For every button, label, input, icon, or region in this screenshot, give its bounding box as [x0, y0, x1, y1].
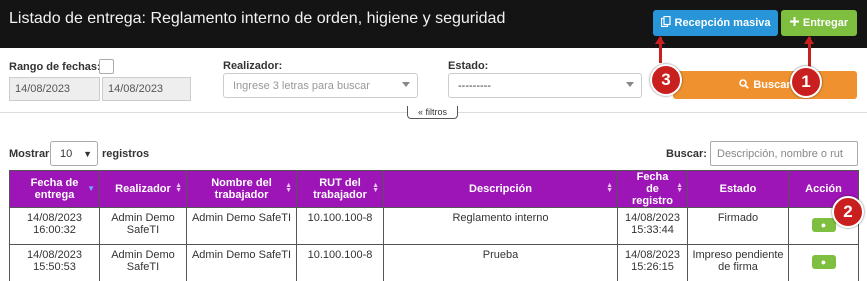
entregar-label: Entregar: [802, 17, 849, 29]
estado-select[interactable]: ---------: [448, 73, 642, 98]
buscar-button[interactable]: Buscar: [673, 71, 857, 99]
cell-rut: 10.100.100-8: [296, 244, 384, 281]
chevron-down-icon: ▼: [83, 149, 92, 159]
column-header-rut[interactable]: RUT del trabajador ▲ ▼: [296, 170, 384, 208]
cell-estado: Impreso pendiente de firma: [687, 244, 789, 281]
date-from-input[interactable]: 14/08/2023: [9, 77, 100, 101]
recepcion-masiva-button[interactable]: Recepción masiva: [653, 10, 778, 36]
annotation-marker-2: 2: [832, 196, 864, 228]
mostrar-label: Mostrar: [9, 148, 50, 160]
column-header-estado: Estado: [687, 170, 789, 208]
annotation-marker-1: 1: [790, 66, 822, 98]
column-header-descripcion[interactable]: Descripción ▲ ▼: [383, 170, 618, 208]
search-icon: [739, 78, 750, 92]
cell-descripcion: Prueba: [383, 244, 618, 281]
page-length-value: 10: [60, 147, 73, 160]
filtros-label: filtros: [425, 107, 448, 117]
realizador-placeholder: Ingrese 3 letras para buscar: [233, 79, 370, 92]
recepcion-masiva-label: Recepción masiva: [674, 17, 771, 29]
copy-icon: [660, 15, 671, 30]
cell-fecha-entrega: 14/08/2023 16:00:32: [9, 207, 100, 245]
page-title: Listado de entrega: Reglamento interno d…: [9, 10, 506, 27]
column-header-fecha-entrega[interactable]: Fecha de entrega ▼: [9, 170, 100, 208]
chevron-down-icon: [402, 82, 410, 87]
cell-fecha-entrega: 14/08/2023 15:50:53: [9, 244, 100, 281]
sort-icon: ▲ ▼: [676, 182, 683, 194]
eye-icon: ●: [820, 220, 827, 230]
eye-icon: ●: [820, 257, 827, 267]
cell-rut: 10.100.100-8: [296, 207, 384, 245]
column-header-realizador[interactable]: Realizador ▲ ▼: [99, 170, 187, 208]
cell-nombre: Admin Demo SafeTI: [186, 207, 297, 245]
cell-realizador: Admin Demo SafeTI: [99, 207, 187, 245]
view-button[interactable]: ●: [811, 255, 836, 269]
buscar-label: Buscar: [753, 79, 791, 91]
filtros-toggle[interactable]: « filtros: [407, 106, 458, 119]
registros-label: registros: [102, 148, 150, 160]
arrow-head-icon: [655, 36, 665, 44]
cell-descripcion: Reglamento interno: [383, 207, 618, 245]
realizador-select[interactable]: Ingrese 3 letras para buscar: [223, 73, 418, 98]
annotation-marker-3: 3: [650, 64, 682, 96]
table-row: 14/08/2023 15:50:53 Admin Demo SafeTI Ad…: [9, 244, 859, 281]
sort-icon: ▲ ▼: [606, 182, 613, 194]
entregar-button[interactable]: Entregar: [781, 10, 857, 36]
column-header-nombre[interactable]: Nombre del trabajador ▲ ▼: [186, 170, 297, 208]
sort-desc-icon: ▼: [87, 184, 95, 193]
table-search-input[interactable]: Descripción, nombre o rut: [710, 141, 858, 166]
estado-label: Estado:: [448, 60, 489, 72]
cell-accion: ●: [788, 244, 859, 281]
cell-nombre: Admin Demo SafeTI: [186, 244, 297, 281]
page-length-select[interactable]: 10 ▼: [50, 141, 98, 166]
double-chevron-up-icon: «: [417, 107, 426, 117]
cell-realizador: Admin Demo SafeTI: [99, 244, 187, 281]
rango-fechas-label: Rango de fechas:: [9, 61, 101, 73]
column-header-fecha-registro[interactable]: Fecha de registro ▲ ▼: [617, 170, 688, 208]
table-search-label: Buscar:: [666, 148, 707, 160]
entregas-table: Fecha de entrega ▼ Realizador ▲ ▼ Nombre de…: [9, 170, 859, 281]
date-to-input[interactable]: 14/08/2023: [102, 77, 191, 101]
table-row: 14/08/2023 16:00:32 Admin Demo SafeTI Ad…: [9, 207, 859, 245]
cell-estado: Firmado: [687, 207, 789, 245]
sort-icon: ▲ ▼: [175, 182, 182, 194]
view-button[interactable]: ●: [811, 218, 836, 232]
cell-fecha-registro: 14/08/2023 15:26:15: [617, 244, 688, 281]
realizador-label: Realizador:: [223, 60, 283, 72]
cell-fecha-registro: 14/08/2023 15:33:44: [617, 207, 688, 245]
sort-icon: ▲ ▼: [285, 182, 292, 194]
estado-value: ---------: [458, 79, 491, 92]
plus-icon: [789, 17, 799, 29]
chevron-down-icon: [626, 82, 634, 87]
arrow-head-icon: [804, 36, 814, 44]
sort-icon: ▲ ▼: [372, 182, 379, 194]
rango-fechas-checkbox[interactable]: [99, 59, 114, 74]
